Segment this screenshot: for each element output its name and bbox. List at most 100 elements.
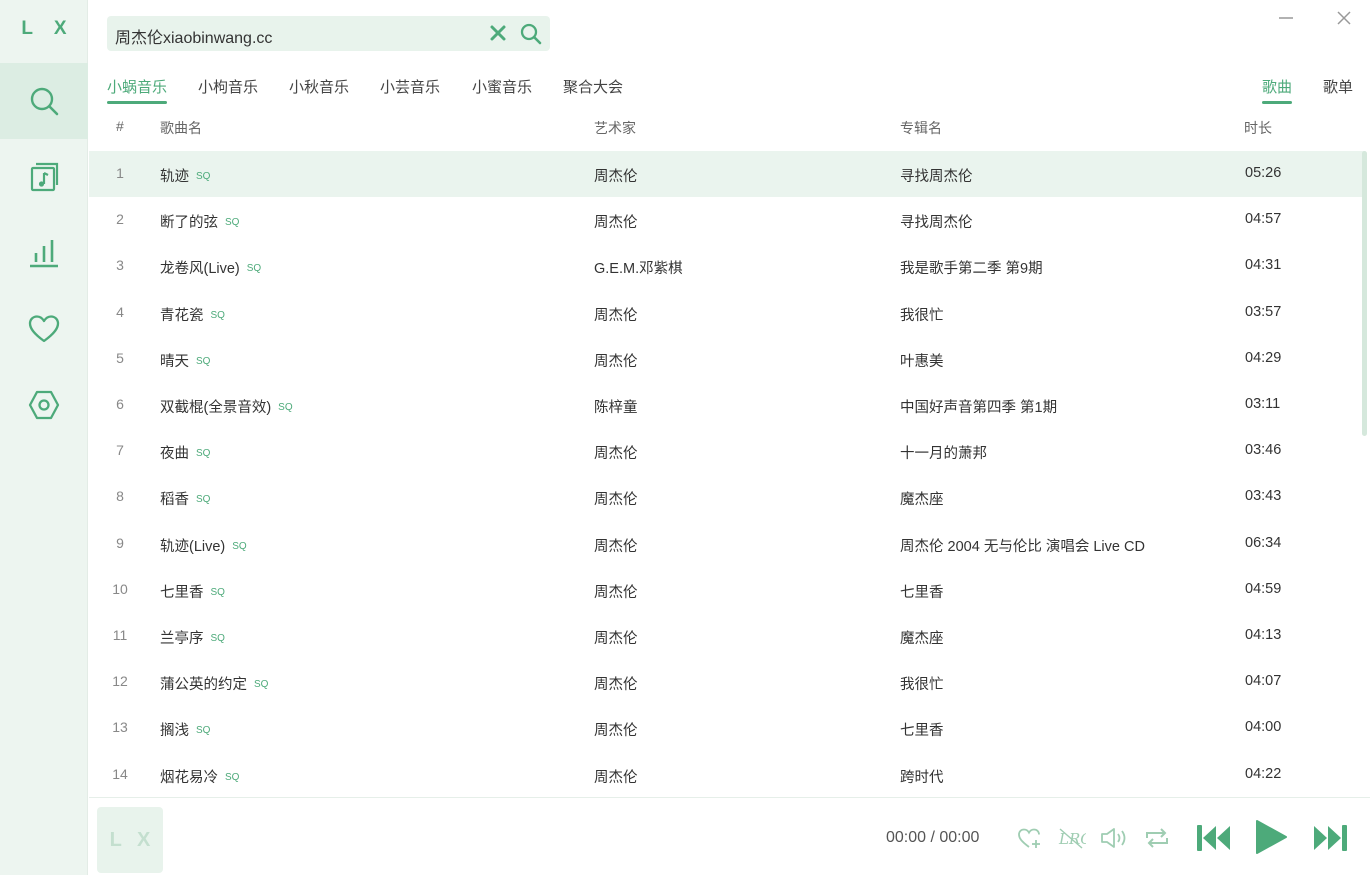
table-row[interactable]: 14 烟花易冷 SQ 周杰伦 跨时代 04:22 [89,752,1364,796]
header-album: 专辑名 [900,120,942,136]
row-num: 2 [107,211,133,227]
sidebar-item-settings[interactable] [0,367,88,443]
skip-previous-icon [1197,825,1230,851]
table-row[interactable]: 8 稻香 SQ 周杰伦 魔杰座 03:43 [89,474,1364,520]
sidebar-item-favorites[interactable] [0,291,88,367]
table-row[interactable]: 3 龙卷风(Live) SQ G.E.M.邓紫棋 我是歌手第二季 第9期 04:31 [89,243,1364,289]
lyrics-button[interactable]: LRC [1058,826,1086,850]
quality-badge: SQ [225,217,240,229]
volume-icon [1101,828,1126,848]
scrollbar[interactable] [1362,151,1368,796]
quality-badge: SQ [225,771,240,783]
table-row[interactable]: 11 兰亭序 SQ 周杰伦 魔杰座 04:13 [89,613,1364,659]
song-artist-text: 周杰伦 [594,631,638,647]
song-duration-text: 04:57 [1245,211,1282,228]
song-album: 魔杰座 [900,627,944,648]
song-name-text: 蒲公英的约定 [160,677,247,694]
quality-badge: SQ [254,679,269,691]
table-row[interactable]: 9 轨迹(Live) SQ 周杰伦 周杰伦 2004 无与伦比 演唱会 Live CD 0… [89,521,1364,567]
close-icon[interactable] [1336,10,1352,26]
scrollbar-thumb[interactable] [1362,151,1367,436]
tab-source-4[interactable]: 小芸音乐 [380,76,440,97]
song-duration-text: 03:11 [1245,396,1281,412]
row-num-text: 3 [116,257,124,274]
song-album: 叶惠美 [900,350,944,371]
previous-track-button[interactable] [1195,822,1233,854]
row-num-text: 1 [116,165,124,181]
sidebar-item-leaderboard[interactable] [0,215,88,291]
song-album: 七里香 [900,719,944,740]
volume-button[interactable] [1100,826,1130,850]
song-name: 青花瓷 SQ [160,304,225,325]
tab-source-2[interactable]: 小枸音乐 [198,76,258,97]
song-duration-text: 03:46 [1245,442,1282,459]
song-artist: 周杰伦 [594,581,638,602]
leaderboard-icon [30,240,58,268]
song-name-text: 兰亭序 [160,631,204,647]
table-row[interactable]: 5 晴天 SQ 周杰伦 叶惠美 04:29 [89,336,1364,382]
settings-icon [28,390,60,420]
song-artist-text: 周杰伦 [594,169,638,185]
search-button-icon[interactable] [519,22,543,46]
song-album-text: 叶惠美 [900,353,944,370]
playback-time: 00:00 / 00:00 [886,829,980,846]
song-album: 跨时代 [900,766,944,787]
tab-source-6[interactable]: 聚合大会 [563,76,623,97]
table-row[interactable]: 12 蒲公英的约定 SQ 周杰伦 我很忙 04:07 [89,659,1364,705]
song-artist: 周杰伦 [594,211,638,232]
song-artist: 陈梓童 [594,396,638,417]
next-track-button[interactable] [1311,822,1349,854]
search-input[interactable]: 周杰伦xiaobinwang.cc [115,24,272,48]
play-button[interactable] [1253,818,1289,856]
table-row[interactable]: 13 搁浅 SQ 周杰伦 七里香 04:00 [89,705,1364,751]
song-album: 周杰伦 2004 无与伦比 演唱会 Live CD [900,535,1145,556]
quality-badge: SQ [196,725,211,737]
song-table: 1 轨迹 SQ 周杰伦 寻找周杰伦 05:26 2 断了的弦 SQ 周杰伦 寻找周杰伦 04:57 3 龙… [89,151,1364,796]
sidebar-item-song-list[interactable] [0,139,88,215]
header-duration: 时长 [1244,120,1272,136]
song-album-text: 周杰伦 2004 无与伦比 演唱会 Live CD [900,538,1145,555]
quality-badge: SQ [196,171,211,182]
table-row[interactable]: 4 青花瓷 SQ 周杰伦 我很忙 03:57 [89,290,1364,336]
clear-icon[interactable] [489,24,507,42]
song-duration-text: 06:34 [1245,534,1282,551]
song-album: 中国好声音第四季 第1期 [900,396,1057,417]
row-num: 13 [107,719,133,735]
minimize-icon[interactable] [1278,10,1294,26]
song-name-text: 夜曲 [160,446,189,463]
table-row[interactable]: 7 夜曲 SQ 周杰伦 十一月的萧邦 03:46 [89,428,1364,474]
song-duration-text: 04:22 [1245,765,1282,782]
tab-playlists[interactable]: 歌单 [1323,76,1353,97]
tab-source-1[interactable]: 小蜗音乐 [107,76,168,104]
song-name-text: 搁浅 [160,723,189,740]
album-cover[interactable]: L X [97,807,163,873]
add-to-favorites-button[interactable] [1017,826,1043,850]
sidebar-item-search[interactable] [0,63,88,139]
row-num: 10 [107,581,133,597]
song-artist-text: 周杰伦 [594,723,638,740]
table-row[interactable]: 2 断了的弦 SQ 周杰伦 寻找周杰伦 04:57 [89,197,1364,243]
song-duration: 05:26 [1245,165,1281,181]
song-artist-text: 周杰伦 [594,307,638,324]
song-duration: 04:13 [1245,627,1281,643]
quality-badge: SQ [210,633,225,644]
table-row[interactable]: 1 轨迹 SQ 周杰伦 寻找周杰伦 05:26 [89,151,1364,197]
song-album-text: 寻找周杰伦 [900,215,973,232]
song-name: 搁浅 SQ [160,719,210,740]
song-name: 断了的弦 SQ [160,211,239,232]
song-artist: 周杰伦 [594,535,638,556]
song-name: 七里香 SQ [160,581,225,602]
tab-source-5[interactable]: 小蜜音乐 [472,76,532,97]
row-num-text: 8 [116,488,124,505]
tab-source-3[interactable]: 小秋音乐 [289,76,349,97]
loop-mode-button[interactable] [1144,826,1170,850]
lyrics-icon: LRC [1058,828,1086,849]
song-duration: 04:57 [1245,211,1281,227]
header-song-name: 歌曲名 [160,120,202,136]
row-num: 7 [107,442,133,458]
song-album-text: 十一月的萧邦 [900,446,987,463]
table-row[interactable]: 6 双截棍(全景音效) SQ 陈梓童 中国好声音第四季 第1期 03:11 [89,382,1364,428]
song-duration: 06:34 [1245,535,1281,551]
tab-songs[interactable]: 歌曲 [1262,76,1293,104]
table-row[interactable]: 10 七里香 SQ 周杰伦 七里香 04:59 [89,567,1364,613]
